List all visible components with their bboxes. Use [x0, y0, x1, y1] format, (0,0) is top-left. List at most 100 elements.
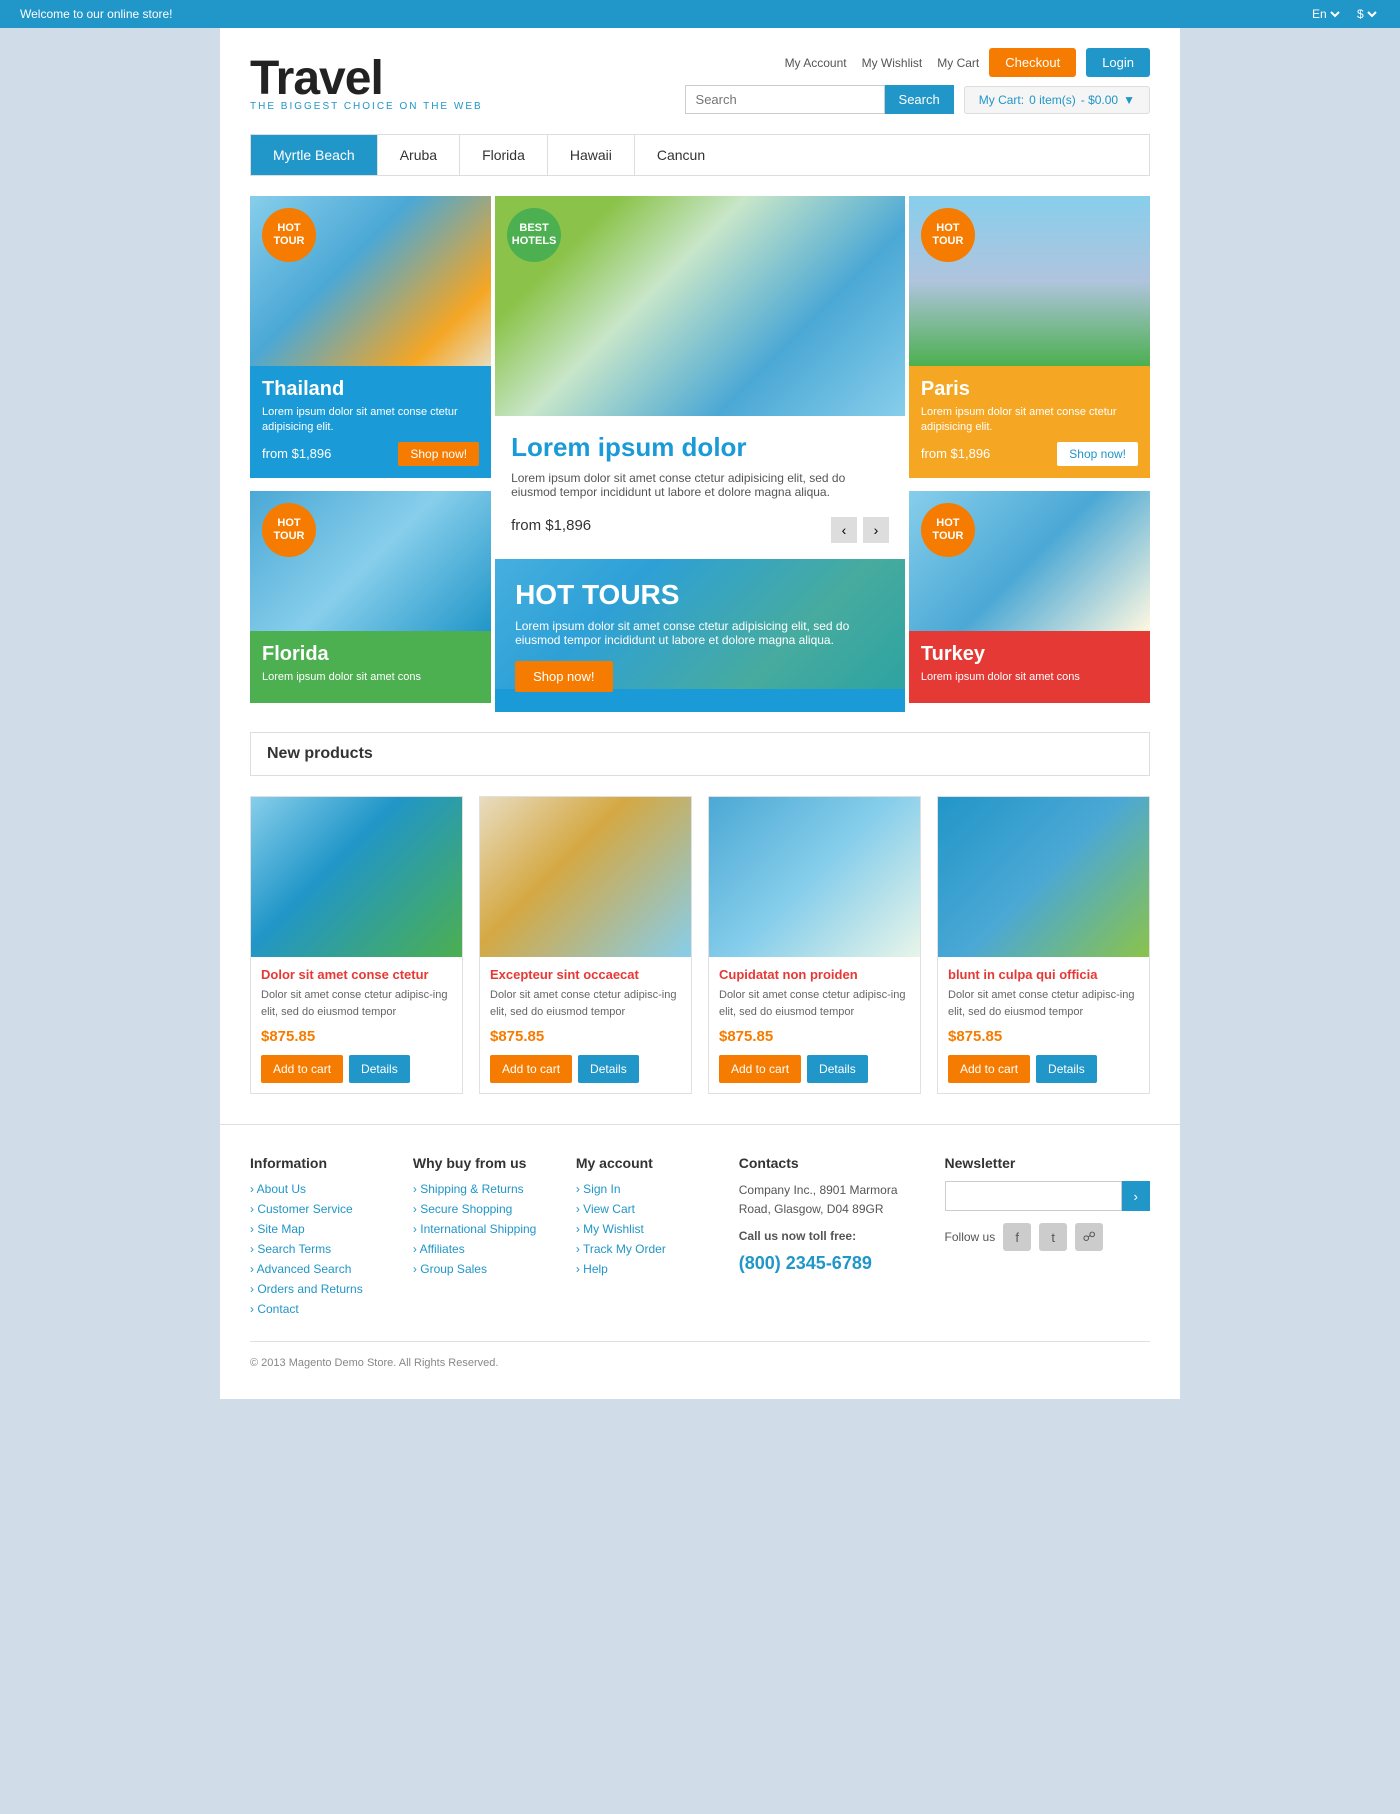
product-name-4[interactable]: blunt in culpa qui officia: [948, 967, 1139, 982]
product-image-3: [709, 797, 920, 957]
details-button-1[interactable]: Details: [349, 1055, 410, 1083]
banner-grid: HOT TOUR Thailand Lorem ipsum dolor sit …: [250, 196, 1150, 712]
banner-hotels-inner: BEST HOTELS: [495, 196, 905, 416]
header-right: My Account My Wishlist My Cart Checkout …: [685, 48, 1150, 114]
list-item: Site Map: [250, 1221, 393, 1236]
product-price-2: $875.85: [490, 1028, 681, 1045]
cart-label: My Cart:: [979, 93, 1024, 107]
orders-returns-link[interactable]: Orders and Returns: [250, 1282, 363, 1296]
header-nav: My Account My Wishlist My Cart: [785, 56, 980, 70]
product-desc-3: Dolor sit amet conse ctetur adipisc-ing …: [719, 987, 910, 1020]
my-account-link[interactable]: My Account: [785, 56, 847, 70]
banner-next-button[interactable]: ›: [863, 517, 889, 543]
newsletter-submit-button[interactable]: ›: [1122, 1181, 1150, 1211]
florida-badge: HOT TOUR: [262, 503, 316, 557]
newsletter-wrap: ›: [945, 1181, 1150, 1211]
tab-myrtle-beach[interactable]: Myrtle Beach: [251, 135, 378, 175]
language-select[interactable]: En Fr: [1308, 6, 1343, 22]
paris-shop-button[interactable]: Shop now!: [1057, 442, 1138, 466]
checkout-button[interactable]: Checkout: [989, 48, 1076, 77]
product-name-3[interactable]: Cupidatat non proiden: [719, 967, 910, 982]
footer-newsletter: Newsletter › Follow us f t ☍: [945, 1155, 1150, 1321]
details-button-4[interactable]: Details: [1036, 1055, 1097, 1083]
site-map-link[interactable]: Site Map: [250, 1222, 305, 1236]
product-name-1[interactable]: Dolor sit amet conse ctetur: [261, 967, 452, 982]
intl-shipping-link[interactable]: International Shipping: [413, 1222, 536, 1236]
shipping-link[interactable]: Shipping & Returns: [413, 1182, 524, 1196]
currency-select[interactable]: $ €: [1353, 6, 1380, 22]
product-grid: Dolor sit amet conse ctetur Dolor sit am…: [250, 796, 1150, 1094]
details-button-2[interactable]: Details: [578, 1055, 639, 1083]
facebook-icon[interactable]: f: [1003, 1223, 1031, 1251]
copyright-text: © 2013 Magento Demo Store. All Rights Re…: [250, 1357, 498, 1369]
list-item: Orders and Returns: [250, 1281, 393, 1296]
search-terms-link[interactable]: Search Terms: [250, 1242, 331, 1256]
search-input[interactable]: [685, 85, 885, 114]
affiliates-link[interactable]: Affiliates: [413, 1242, 465, 1256]
cart-chevron-icon: ▼: [1123, 93, 1135, 107]
add-to-cart-button-2[interactable]: Add to cart: [490, 1055, 572, 1083]
help-link[interactable]: Help: [576, 1262, 608, 1276]
follow-us: Follow us f t ☍: [945, 1223, 1150, 1251]
search-button[interactable]: Search: [885, 85, 954, 114]
about-us-link[interactable]: About Us: [250, 1182, 306, 1196]
turkey-badge: HOT TOUR: [921, 503, 975, 557]
list-item: Track My Order: [576, 1241, 719, 1256]
footer-phone[interactable]: (800) 2345-6789: [739, 1253, 925, 1274]
banner-turkey[interactable]: HOT TOUR Turkey Lorem ipsum dolor sit am…: [909, 491, 1150, 712]
product-desc-4: Dolor sit amet conse ctetur adipisc-ing …: [948, 987, 1139, 1020]
my-wishlist-link[interactable]: My Wishlist: [862, 56, 923, 70]
tab-hawaii[interactable]: Hawaii: [548, 135, 635, 175]
track-order-link[interactable]: Track My Order: [576, 1242, 666, 1256]
add-to-cart-button-1[interactable]: Add to cart: [261, 1055, 343, 1083]
banner-paris[interactable]: HOT TOUR Paris Lorem ipsum dolor sit ame…: [909, 196, 1150, 487]
hot-tours-shop-button[interactable]: Shop now!: [515, 661, 612, 692]
sign-in-link[interactable]: Sign In: [576, 1182, 621, 1196]
thailand-shop-button[interactable]: Shop now!: [398, 442, 479, 466]
cart-bar[interactable]: My Cart: 0 item(s) - $0.00 ▼: [964, 86, 1150, 114]
add-to-cart-button-4[interactable]: Add to cart: [948, 1055, 1030, 1083]
banner-thailand[interactable]: HOT TOUR Thailand Lorem ipsum dolor sit …: [250, 196, 491, 487]
twitter-icon[interactable]: t: [1039, 1223, 1067, 1251]
product-section: New products Dolor sit amet conse ctetur…: [220, 732, 1180, 1124]
add-to-cart-button-3[interactable]: Add to cart: [719, 1055, 801, 1083]
view-cart-link[interactable]: View Cart: [576, 1202, 635, 1216]
footer-toll-free: Call us now toll free:: [739, 1227, 925, 1246]
list-item: Shipping & Returns: [413, 1181, 556, 1196]
contact-link[interactable]: Contact: [250, 1302, 299, 1316]
newsletter-input[interactable]: [945, 1181, 1122, 1211]
details-button-3[interactable]: Details: [807, 1055, 868, 1083]
logo-subtitle: THE BIGGEST CHOICE ON THE WEB: [250, 101, 483, 112]
product-info-3: Cupidatat non proiden Dolor sit amet con…: [709, 957, 920, 1093]
tab-cancun[interactable]: Cancun: [635, 135, 727, 175]
tab-aruba[interactable]: Aruba: [378, 135, 460, 175]
tab-florida[interactable]: Florida: [460, 135, 548, 175]
search-wrap: Search: [685, 85, 954, 114]
footer-information-list: About Us Customer Service Site Map Searc…: [250, 1181, 393, 1316]
footer-bottom: © 2013 Magento Demo Store. All Rights Re…: [250, 1341, 1150, 1369]
my-wishlist-footer-link[interactable]: My Wishlist: [576, 1222, 644, 1236]
advanced-search-link[interactable]: Advanced Search: [250, 1262, 351, 1276]
list-item: About Us: [250, 1181, 393, 1196]
list-item: Contact: [250, 1301, 393, 1316]
login-button[interactable]: Login: [1086, 48, 1150, 77]
rss-icon[interactable]: ☍: [1075, 1223, 1103, 1251]
customer-service-link[interactable]: Customer Service: [250, 1202, 353, 1216]
footer-grid: Information About Us Customer Service Si…: [250, 1155, 1150, 1321]
list-item: Advanced Search: [250, 1261, 393, 1276]
group-sales-link[interactable]: Group Sales: [413, 1262, 487, 1276]
product-actions-4: Add to cart Details: [948, 1055, 1139, 1083]
product-desc-2: Dolor sit amet conse ctetur adipisc-ing …: [490, 987, 681, 1020]
my-cart-link[interactable]: My Cart: [937, 56, 979, 70]
secure-shopping-link[interactable]: Secure Shopping: [413, 1202, 512, 1216]
hotels-badge: BEST HOTELS: [507, 208, 561, 262]
banner-section: HOT TOUR Thailand Lorem ipsum dolor sit …: [250, 196, 1150, 712]
footer-contacts-title: Contacts: [739, 1155, 925, 1171]
product-price-3: $875.85: [719, 1028, 910, 1045]
banner-prev-button[interactable]: ‹: [831, 517, 857, 543]
paris-info: Paris Lorem ipsum dolor sit amet conse c…: [909, 366, 1150, 478]
banner-florida[interactable]: HOT TOUR Florida Lorem ipsum dolor sit a…: [250, 491, 491, 712]
product-name-2[interactable]: Excepteur sint occaecat: [490, 967, 681, 982]
banner-hotels[interactable]: BEST HOTELS Lorem ipsum dolor Lorem ipsu…: [495, 196, 905, 712]
banner-nav: ‹ ›: [831, 517, 889, 543]
